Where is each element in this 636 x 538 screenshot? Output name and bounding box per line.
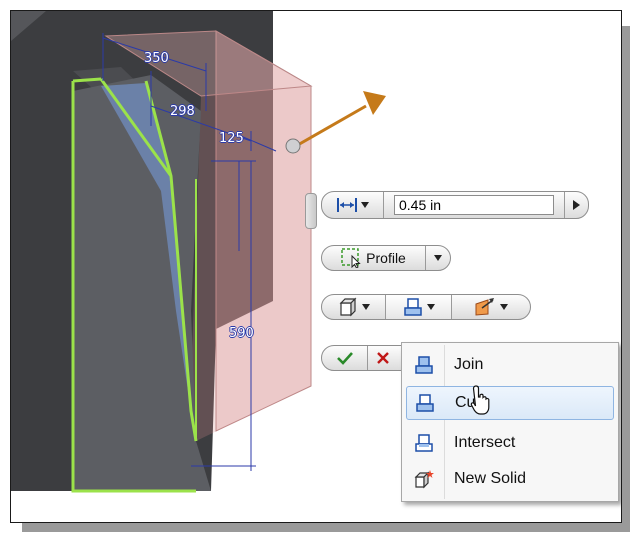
menu-item-join[interactable]: Join xyxy=(406,348,614,382)
chevron-down-icon xyxy=(361,304,370,310)
profile-button[interactable]: Profile xyxy=(322,246,426,270)
close-icon xyxy=(377,352,389,364)
ok-button[interactable] xyxy=(322,346,368,370)
menu-item-label: Intersect xyxy=(454,434,516,451)
chevron-down-icon xyxy=(500,304,508,310)
intersect-icon xyxy=(406,433,442,453)
profile-control: Profile xyxy=(321,245,451,271)
new-solid-icon xyxy=(406,469,442,489)
viewport-frame: 350 298 125 590 Profile xyxy=(10,10,622,523)
chevron-right-icon xyxy=(573,200,580,210)
solid-cube-icon xyxy=(339,297,356,317)
chevron-down-icon xyxy=(360,202,369,208)
cut-icon xyxy=(407,393,443,413)
profile-select-icon xyxy=(341,248,361,268)
distance-value-input[interactable] xyxy=(394,195,554,215)
dimension-350[interactable]: 350 xyxy=(144,51,169,66)
cut-operation-icon xyxy=(403,298,422,316)
dimension-298[interactable]: 298 xyxy=(170,104,195,119)
distance-grip-icon xyxy=(285,138,301,154)
extents-dropdown[interactable] xyxy=(322,192,384,218)
output-operation-dropdown[interactable] xyxy=(386,295,452,319)
menu-item-intersect[interactable]: Intersect xyxy=(406,426,614,460)
join-icon xyxy=(406,355,442,375)
menu-item-new-solid[interactable]: New Solid xyxy=(406,462,614,496)
chevron-down-icon xyxy=(426,304,435,310)
menu-item-label: New Solid xyxy=(454,470,527,487)
direction-dropdown[interactable] xyxy=(452,295,530,319)
dimension-590[interactable]: 590 xyxy=(229,326,254,341)
profile-label: Profile xyxy=(366,250,406,266)
output-operation-menu: Join Cut Intersect New Solid xyxy=(401,342,619,502)
dimension-125[interactable]: 125 xyxy=(219,131,244,146)
solid-type-dropdown[interactable] xyxy=(322,295,386,319)
menu-item-label: Join xyxy=(454,356,484,373)
mode-control xyxy=(321,294,531,320)
direction-icon xyxy=(475,298,494,316)
checkmark-icon xyxy=(336,352,353,365)
profile-dropdown[interactable] xyxy=(426,246,450,270)
distance-control xyxy=(321,191,589,219)
mouse-cursor-icon xyxy=(470,385,490,415)
menu-item-cut[interactable]: Cut xyxy=(406,386,614,420)
distance-expand-button[interactable] xyxy=(564,192,588,218)
distance-extent-icon xyxy=(336,198,357,212)
chevron-down-icon xyxy=(434,255,442,261)
mini-toolbar-grip[interactable] xyxy=(305,193,317,229)
